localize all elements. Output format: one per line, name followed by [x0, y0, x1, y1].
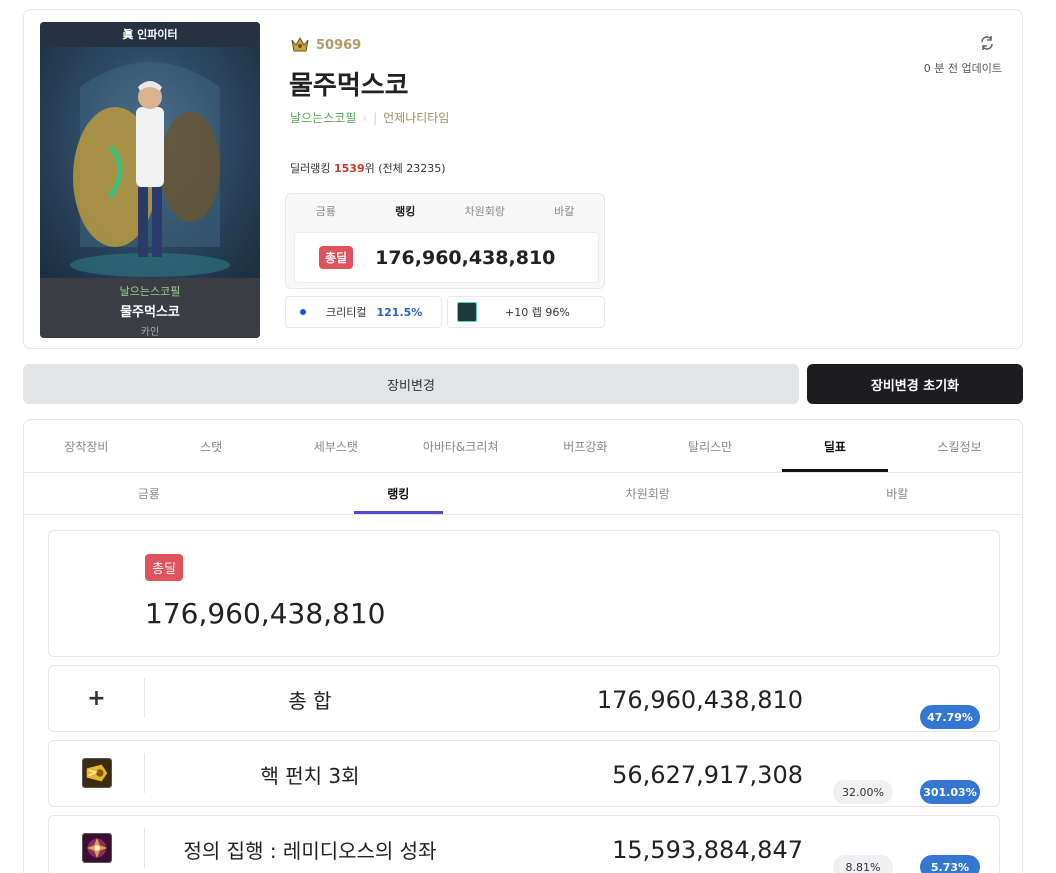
- tab-buff-enhance[interactable]: 버프강화: [523, 420, 648, 472]
- plus-icon[interactable]: +: [87, 686, 105, 711]
- mini-tab-geumryong[interactable]: 금룡: [286, 203, 366, 219]
- critical-value: 121.5%: [376, 305, 423, 319]
- mini-total-value: 176,960,438,810: [375, 246, 556, 269]
- share-badge: 32.00%: [833, 780, 893, 804]
- tab-talisman[interactable]: 탈리스만: [648, 420, 773, 472]
- mini-tabs: 금룡 랭킹 차원회랑 바칼: [286, 194, 604, 228]
- tab-avatar-creature[interactable]: 아바타&크리쳐: [398, 420, 523, 472]
- chevron-right-icon: ›: [362, 110, 368, 125]
- main-panel: 장착장비 스탯 세부스탯 아바타&크리쳐 버프강화 탈리스만 딜표 스킬정보 금…: [23, 419, 1023, 873]
- dealer-rank-value: 1539: [333, 162, 365, 175]
- skill-name: 정의 집행 : 레미디오스의 성좌: [183, 839, 437, 863]
- character-art-icon: [70, 62, 230, 277]
- adventure-link[interactable]: 날으는스코필: [290, 109, 356, 126]
- tab-stats[interactable]: 스탯: [149, 420, 274, 472]
- character-name: 물주먹스코: [289, 71, 409, 101]
- skill-damage: 176,960,438,810: [596, 685, 803, 714]
- mini-tab-dimension[interactable]: 차원회랑: [445, 203, 525, 219]
- fame-row: 50969: [290, 37, 361, 53]
- reset-equipment-button[interactable]: 장비변경 초기화: [807, 364, 1023, 404]
- skill-damage: 56,627,917,308: [612, 760, 803, 789]
- total-damage-badge: 총딜: [145, 554, 183, 581]
- dealer-rank-label: 딜러랭킹: [290, 162, 334, 175]
- character-sub-info: 날으는스코필 › | 언제나티타임: [290, 109, 449, 126]
- sub-tab-bakal[interactable]: 바칼: [773, 473, 1023, 514]
- critical-dot-icon: [300, 309, 306, 315]
- total-damage-badge: 총딜: [319, 246, 354, 269]
- character-illustration: [40, 47, 260, 279]
- update-time-text: 0 분 전 업데이트: [923, 62, 1002, 75]
- skill-row-total[interactable]: + 총 합 176,960,438,810 47.79%: [48, 665, 1000, 732]
- profile-card: 眞 인파이터 날으는스코필 물주먹스코 카인 50969 물주먹스코 날으는스코…: [23, 9, 1023, 349]
- sub-tabs: 금룡 랭킹 차원회랑 바칼: [24, 473, 1022, 515]
- mini-total-damage: 총딜 176,960,438,810: [294, 232, 599, 283]
- enchant-stat: +10 렙 96%: [447, 296, 605, 328]
- refresh-area: 0 분 전 업데이트: [924, 34, 1002, 76]
- skill-row[interactable]: 정의 집행 : 레미디오스의 성좌 15,593,884,847 8.81% 5…: [48, 815, 1000, 873]
- ratio-badge: 5.73%: [920, 855, 980, 873]
- critical-label: 크리티컬: [326, 306, 367, 319]
- portrait-adventure-name: 날으는스코필: [119, 285, 181, 298]
- fame-value: 50969: [316, 37, 362, 53]
- dealer-ranking: 딜러랭킹 1539위 (전체 23235): [290, 160, 446, 176]
- share-badge: 8.81%: [833, 855, 893, 873]
- enchant-text: +10 렙 96%: [505, 306, 570, 319]
- tab-skill-info[interactable]: 스킬정보: [897, 420, 1022, 472]
- skill-name: 핵 펀치 3회: [260, 764, 360, 788]
- portrait-character-name: 물주먹스코: [120, 305, 180, 320]
- total-damage-value: 176,960,438,810: [145, 597, 386, 630]
- change-equipment-button[interactable]: 장비변경: [23, 364, 799, 404]
- fame-icon: [291, 37, 309, 52]
- skill-icon-cell: [49, 753, 145, 793]
- portrait-info: 날으는스코필 물주먹스코 카인: [40, 278, 260, 338]
- mini-tab-bakal[interactable]: 바칼: [525, 203, 605, 219]
- skill-name: 총 합: [288, 689, 332, 713]
- skill-icon-cell: +: [49, 678, 145, 718]
- guild-link[interactable]: 언제나티타임: [383, 109, 449, 126]
- sub-tab-dimension[interactable]: 차원회랑: [523, 473, 773, 514]
- portrait-class-label: 眞 인파이터: [40, 22, 260, 47]
- divider: |: [373, 110, 378, 125]
- skill-row[interactable]: 핵 펀치 3회 56,627,917,308 32.00% 301.03%: [48, 740, 1000, 807]
- damage-summary-box: 금룡 랭킹 차원회랑 바칼 총딜 176,960,438,810: [285, 193, 605, 289]
- skill-damage: 15,593,884,847: [612, 835, 803, 864]
- justice-execution-skill-icon: [81, 833, 112, 863]
- main-tabs: 장착장비 스탯 세부스탯 아바타&크리쳐 버프강화 탈리스만 딜표 스킬정보: [24, 420, 1022, 473]
- tab-equipment[interactable]: 장착장비: [24, 420, 149, 472]
- tab-detail-stats[interactable]: 세부스탯: [274, 420, 399, 472]
- mini-tab-ranking[interactable]: 랭킹: [366, 203, 446, 219]
- total-damage-card: 총딜 176,960,438,810: [48, 530, 1000, 657]
- critical-stat: 크리티컬 121.5%: [285, 296, 442, 328]
- tab-damage-table[interactable]: 딜표: [773, 420, 898, 472]
- sub-tab-ranking[interactable]: 랭킹: [274, 473, 524, 514]
- ratio-badge: 301.03%: [920, 780, 980, 804]
- portrait-server-name: 카인: [140, 327, 160, 338]
- dealer-rank-suffix: 위 (전체 23235): [364, 162, 446, 175]
- skill-icon-cell: [49, 828, 145, 868]
- refresh-icon[interactable]: [976, 34, 996, 54]
- hook-punch-skill-icon: [81, 758, 112, 788]
- character-portrait: 眞 인파이터 날으는스코필 물주먹스코 카인: [40, 22, 260, 338]
- sub-tab-geumryong[interactable]: 금룡: [24, 473, 274, 514]
- ratio-badge: 47.79%: [920, 705, 980, 729]
- enchant-item-icon: [457, 302, 477, 322]
